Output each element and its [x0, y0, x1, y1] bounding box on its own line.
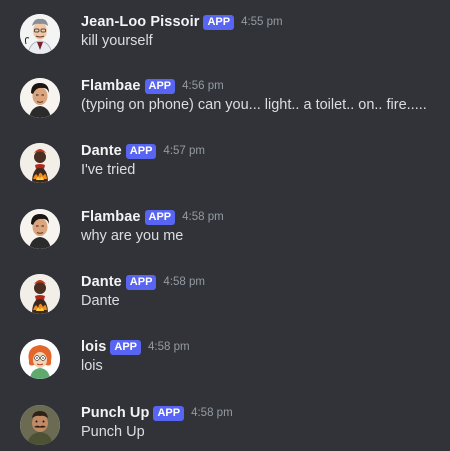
app-badge: APP	[153, 405, 185, 421]
username[interactable]: Flambae	[81, 78, 141, 94]
username[interactable]: Dante	[81, 143, 122, 159]
app-badge: APP	[125, 274, 157, 290]
man-avatar-icon[interactable]	[20, 78, 60, 118]
mustache-man-avatar-icon[interactable]	[20, 405, 60, 445]
timestamp[interactable]: 4:58 pm	[182, 211, 224, 223]
timestamp[interactable]: 4:58 pm	[163, 276, 205, 288]
message-header: Punch Up APP 4:58 pm	[81, 403, 233, 423]
man-avatar-icon[interactable]	[20, 209, 60, 249]
fiery-figure-avatar-icon[interactable]	[20, 274, 60, 314]
message-list: Jean-Loo Pissoir APP 4:55 pm kill yourse…	[0, 0, 450, 451]
app-badge: APP	[203, 14, 235, 30]
timestamp[interactable]: 4:58 pm	[148, 341, 190, 353]
timestamp[interactable]: 4:56 pm	[182, 80, 224, 92]
username[interactable]: Dante	[81, 274, 122, 290]
username[interactable]: Punch Up	[81, 405, 149, 421]
red-hair-woman-avatar-icon[interactable]	[20, 339, 60, 379]
app-badge: APP	[144, 78, 176, 94]
username[interactable]: lois	[81, 339, 106, 355]
message-text: lois	[81, 358, 103, 374]
message-text: I've tried	[81, 162, 136, 178]
timestamp[interactable]: 4:57 pm	[163, 145, 205, 157]
username[interactable]: Jean-Loo Pissoir	[81, 14, 199, 30]
timestamp[interactable]: 4:58 pm	[191, 407, 233, 419]
app-badge: APP	[125, 143, 157, 159]
username[interactable]: Flambae	[81, 209, 141, 225]
timestamp[interactable]: 4:55 pm	[241, 16, 283, 28]
message-header: Dante APP 4:57 pm	[81, 141, 205, 161]
message-text: (typing on phone) can you... light.. a t…	[81, 97, 427, 113]
fiery-figure-avatar-icon[interactable]	[20, 143, 60, 183]
message-text: why are you me	[81, 228, 184, 244]
app-badge: APP	[110, 339, 142, 355]
message-header: Dante APP 4:58 pm	[81, 272, 205, 292]
message-header: Flambae APP 4:58 pm	[81, 207, 224, 227]
doctor-avatar-icon[interactable]	[20, 14, 60, 54]
message-header: Jean-Loo Pissoir APP 4:55 pm	[81, 12, 283, 32]
app-badge: APP	[144, 209, 176, 225]
message-header: lois APP 4:58 pm	[81, 337, 190, 357]
message-text: kill yourself	[81, 33, 153, 49]
message-text: Dante	[81, 293, 120, 309]
message-text: Punch Up	[81, 424, 145, 440]
message-header: Flambae APP 4:56 pm	[81, 76, 224, 96]
